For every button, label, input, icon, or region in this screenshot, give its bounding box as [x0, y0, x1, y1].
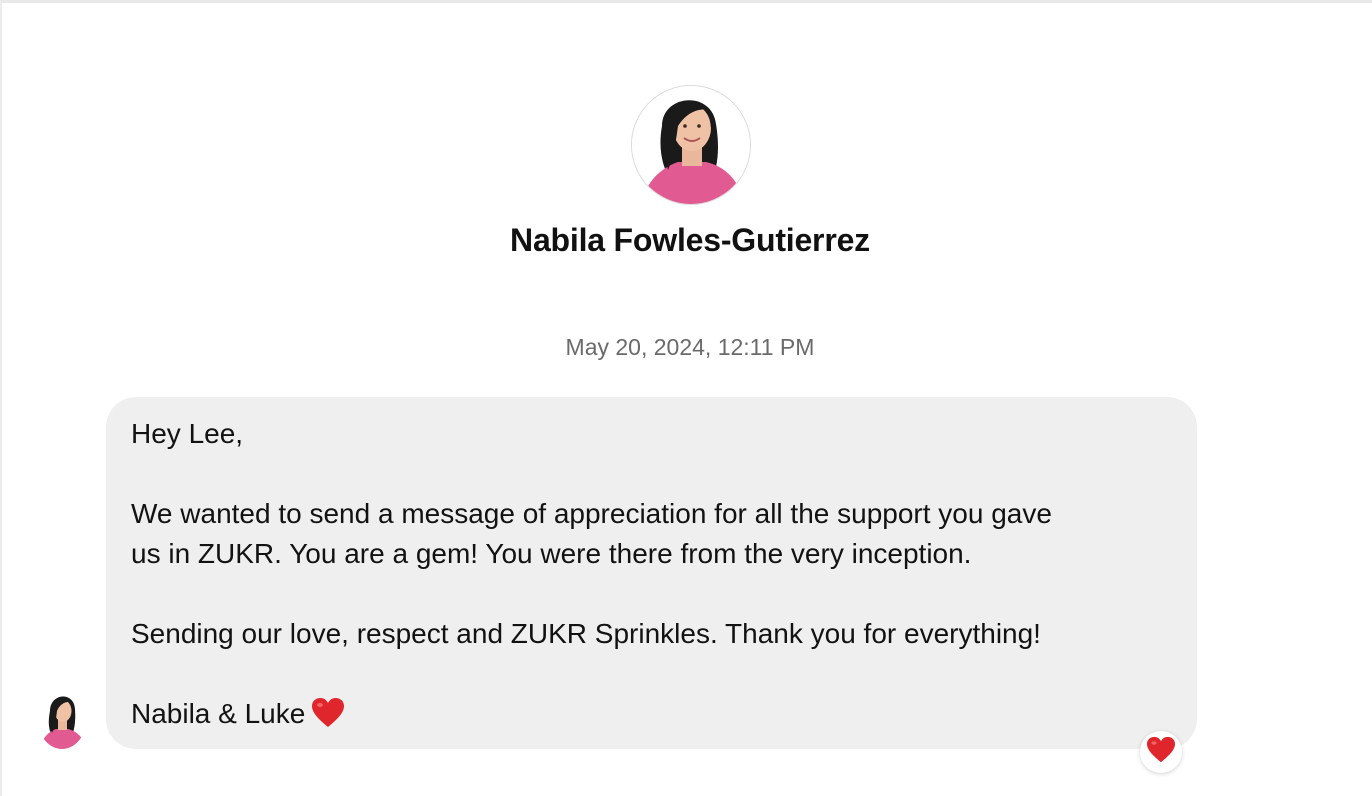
message-thread: Nabila Fowles-Gutierrez May 20, 2024, 12… — [0, 0, 1372, 796]
red-heart-icon — [1146, 736, 1176, 769]
message-line: Sending our love, respect and ZUKR Sprin… — [131, 618, 1041, 649]
red-heart-icon — [311, 697, 345, 740]
message-signature-line: Nabila & Luke — [131, 694, 1173, 734]
profile-name[interactable]: Nabila Fowles-Gutierrez — [2, 222, 1372, 259]
message-timestamp: May 20, 2024, 12:11 PM — [565, 334, 815, 360]
message-bubble[interactable]: Hey Lee, We wanted to send a message of … — [106, 397, 1197, 749]
message-line-greeting: Hey Lee, — [131, 418, 244, 449]
profile-avatar[interactable] — [631, 85, 751, 205]
message-line: We wanted to send a message of appreciat… — [131, 498, 1052, 529]
message-line: us in ZUKR. You are a gem! You were ther… — [131, 538, 972, 569]
woman-avatar-small-icon — [38, 691, 86, 749]
message-signature: Nabila & Luke — [131, 698, 306, 729]
sender-avatar[interactable] — [38, 691, 86, 749]
heart-reaction[interactable] — [1140, 731, 1182, 773]
woman-avatar-icon — [632, 86, 750, 204]
